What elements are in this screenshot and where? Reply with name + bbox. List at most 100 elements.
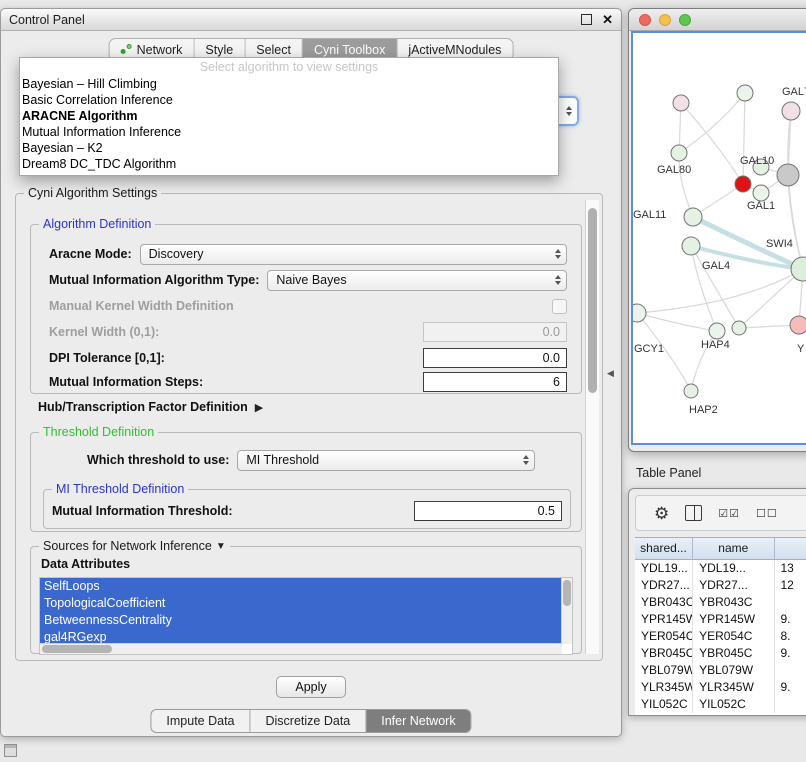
window-zoom-button[interactable] [679,14,691,26]
table-row[interactable]: YIL052CYIL052C [635,696,806,713]
mi-threshold-definition-group: MI Threshold Definition Mutual Informati… [43,489,571,529]
column-header[interactable] [775,538,806,559]
table-row[interactable]: YER054CYER054C8. [635,628,806,645]
network-edge[interactable] [691,246,739,328]
mi-steps-field[interactable]: 6 [423,372,567,392]
which-threshold-label: Which threshold to use: [87,453,229,467]
network-node[interactable] [782,102,800,120]
network-node[interactable] [777,164,799,186]
table-row[interactable]: YDL19...YDL19...13 [635,560,806,577]
apply-button[interactable]: Apply [276,676,346,698]
table-cell: YDR27... [693,577,774,594]
table-row[interactable]: YBR045CYBR045C9. [635,645,806,662]
network-node-label: GAL4 [702,260,730,272]
settings-scrollbar[interactable] [585,200,599,654]
data-attributes-list[interactable]: SelfLoopsTopologicalCoefficientBetweenne… [39,577,573,655]
table-cell: 9. [775,679,806,696]
network-window-titlebar[interactable] [629,9,806,31]
dropdown-placeholder: Select algorithm to view settings [20,59,558,76]
collapse-down-icon[interactable]: ▼ [216,539,226,554]
cyni-algorithm-settings-group: Cyni Algorithm Settings Algorithm Defini… [15,193,603,661]
attribute-item-selfloops[interactable]: SelfLoops [40,578,562,595]
network-node[interactable] [682,237,700,255]
attributes-horizontal-scrollbar[interactable] [40,643,562,654]
table-row[interactable]: YPR145WYPR145W9. [635,611,806,628]
table-row[interactable]: YLR345WYLR345W9. [635,679,806,696]
network-edge[interactable] [788,175,803,269]
table-row[interactable]: YDR27...YDR27...12 [635,577,806,594]
network-node[interactable] [709,323,725,339]
network-node[interactable] [684,208,702,226]
gear-icon[interactable]: ⚙ [654,505,669,522]
attribute-item-betweennesscentrality[interactable]: BetweennessCentrality [40,612,562,629]
column-header[interactable]: shared... [635,538,693,559]
table-cell: 9. [775,611,806,628]
minimized-panel-icon[interactable] [4,744,17,757]
network-node[interactable] [633,304,646,322]
table-cell: YBR045C [693,645,774,662]
expand-right-icon[interactable]: ▶ [255,401,263,414]
attributes-vertical-scrollbar[interactable] [561,578,572,644]
network-edge[interactable] [637,269,803,313]
dropdown-item-bayesian-k2[interactable]: Bayesian – K2 [20,140,558,156]
attribute-item-topologicalcoefficient[interactable]: TopologicalCoefficient [40,595,562,612]
dpi-tolerance-field[interactable]: 0.0 [423,348,567,368]
network-graph[interactable]: GAL7GAL80GAL10GAL11GAL1SWI4GAL4GCY1HAP4H… [633,33,806,443]
bottom-tab-impute-data[interactable]: Impute Data [151,710,250,732]
deselect-all-icon[interactable]: ☐☐ [756,507,778,520]
which-threshold-select[interactable]: MI Threshold [237,450,535,471]
dropdown-item-dream8-dc-tdc-algorithm[interactable]: Dream8 DC_TDC Algorithm [20,156,558,172]
table-cell: YIL052C [635,696,693,713]
mi-algorithm-type-select[interactable]: Naive Bayes [267,270,567,291]
network-node[interactable] [673,95,689,111]
mi-threshold-field[interactable]: 0.5 [414,501,562,521]
hub-definition-section[interactable]: Hub/Transcription Factor Definition ▶ [38,400,263,414]
bottom-tab-discretize-data[interactable]: Discretize Data [251,710,367,732]
table-cell: YDR27... [635,577,693,594]
network-node[interactable] [671,145,687,161]
network-node[interactable] [753,185,769,201]
dropdown-item-aracne-algorithm[interactable]: ARACNE Algorithm [20,108,558,124]
network-node-label: SWI4 [766,238,793,250]
columns-icon[interactable] [685,505,702,521]
dropdown-item-basic-correlation-inference[interactable]: Basic Correlation Inference [20,92,558,108]
network-edge[interactable] [743,93,745,184]
window-close-button[interactable] [639,14,651,26]
network-canvas[interactable]: GAL7GAL80GAL10GAL11GAL1SWI4GAL4GCY1HAP4H… [631,31,806,445]
select-all-icon[interactable]: ☑☑ [718,507,740,520]
threshold-definition-title: Threshold Definition [39,425,158,440]
manual-kernel-width-checkbox[interactable] [552,299,567,314]
tab-label: Select [256,43,291,57]
kernel-width-field[interactable]: 0.0 [423,322,567,342]
network-node-label: GAL10 [740,155,774,167]
algorithm-definition-title: Algorithm Definition [39,217,155,232]
manual-kernel-row: Manual Kernel Width Definition [49,295,567,317]
sources-group-title[interactable]: Sources for Network Inference ▼ [39,539,230,554]
network-node[interactable] [737,85,753,101]
dropdown-item-mutual-information-inference[interactable]: Mutual Information Inference [20,124,558,140]
table-cell: YLR345W [635,679,693,696]
hub-definition-label: Hub/Transcription Factor Definition [38,400,248,414]
network-edge[interactable] [691,246,717,331]
network-node[interactable] [732,321,746,335]
table-cell: 8. [775,628,806,645]
window-minimize-button[interactable] [659,14,671,26]
table-cell: 9. [775,645,806,662]
table-cell: 12 [775,577,806,594]
float-window-icon[interactable] [581,14,592,25]
splitter-collapse-arrow[interactable]: ◀ [607,368,614,379]
bottom-tab-infer-network[interactable]: Infer Network [366,710,470,732]
aracne-mode-select[interactable]: Discovery [140,244,567,265]
network-node[interactable] [684,384,698,398]
table-row[interactable]: YBR043CYBR043C [635,594,806,611]
column-header[interactable]: name [693,538,775,559]
network-edge[interactable] [679,153,693,217]
table-cell: YLR345W [693,679,774,696]
control-panel-titlebar[interactable]: Control Panel ✕ [1,9,621,31]
desktop: Control Panel ✕ NetworkStyleSelectCyni T… [0,0,806,762]
close-icon[interactable]: ✕ [602,12,613,28]
network-node[interactable] [735,176,751,192]
network-node[interactable] [790,316,806,334]
table-row[interactable]: YBL079WYBL079W [635,662,806,679]
dropdown-item-bayesian-hill-climbing[interactable]: Bayesian – Hill Climbing [20,76,558,92]
